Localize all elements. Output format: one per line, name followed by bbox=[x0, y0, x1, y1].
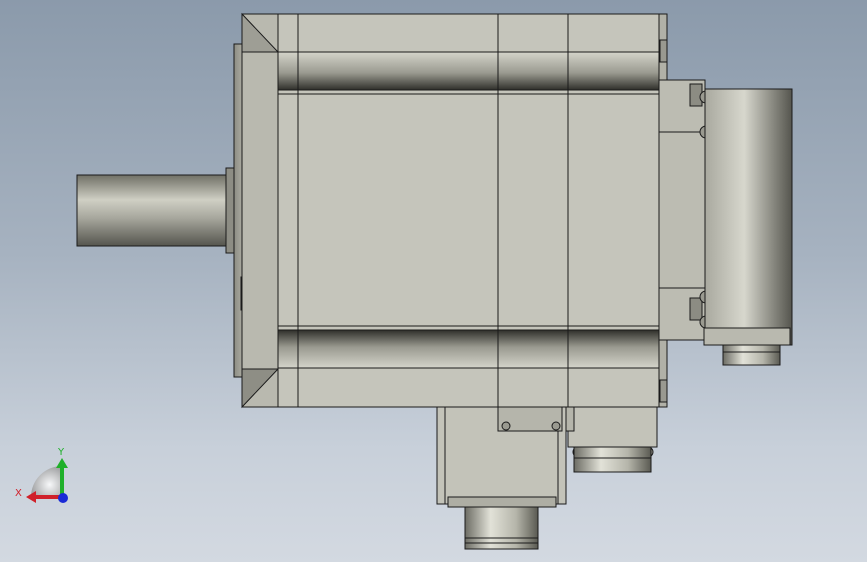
motor-shaft[interactable] bbox=[76, 174, 231, 247]
3d-viewport[interactable]: X Y bbox=[0, 0, 867, 562]
y-axis-label: Y bbox=[57, 447, 65, 458]
encoder-connector[interactable] bbox=[722, 344, 781, 366]
front-cover bbox=[241, 13, 279, 408]
encoder-cover[interactable] bbox=[704, 88, 793, 346]
z-axis-dot bbox=[58, 493, 68, 503]
housing-fin-top bbox=[277, 51, 661, 91]
signal-connector-plug[interactable] bbox=[573, 446, 652, 473]
x-axis-label: X bbox=[15, 488, 22, 499]
shaft-collar bbox=[225, 167, 235, 254]
housing-fin-bottom bbox=[277, 329, 661, 369]
motor-model-drawing[interactable]: X Y bbox=[0, 0, 867, 562]
orientation-triad[interactable]: X Y bbox=[15, 447, 68, 503]
signal-connector-housing[interactable] bbox=[567, 406, 658, 448]
